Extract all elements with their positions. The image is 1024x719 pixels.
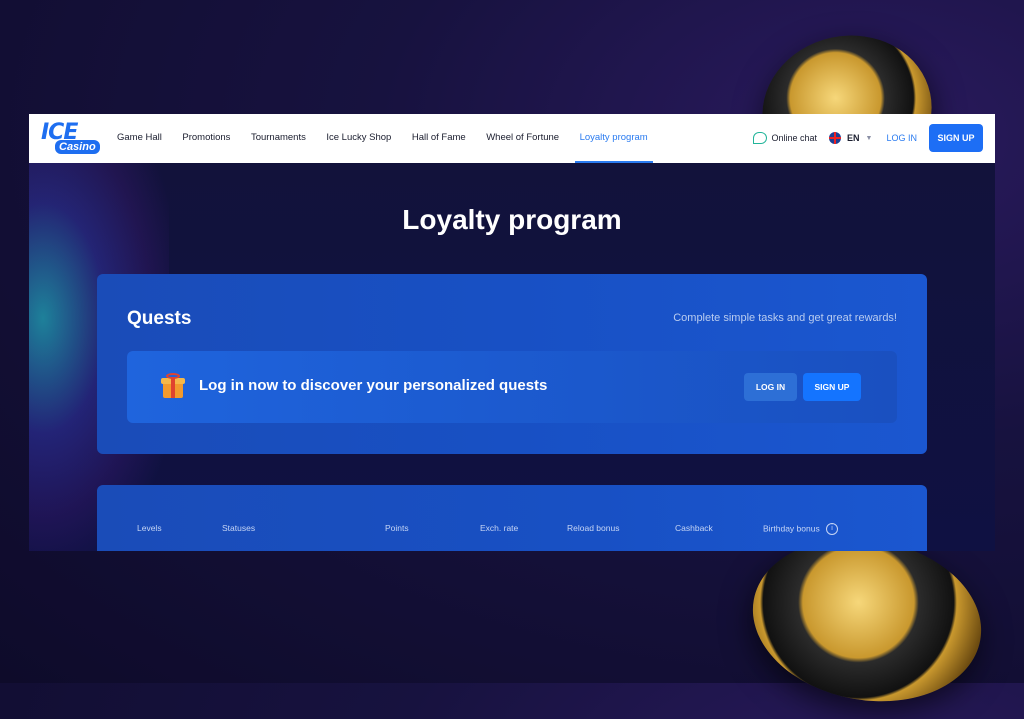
language-selector[interactable]: EN ▼ [829, 132, 872, 144]
quests-card: Quests Complete simple tasks and get gre… [97, 274, 927, 454]
signup-button[interactable]: SIGN UP [929, 124, 983, 152]
main-nav: Game Hall Promotions Tournaments Ice Luc… [117, 114, 668, 163]
column-header-cashback: Cashback [675, 523, 713, 533]
top-navigation: ICE Casino Game Hall Promotions Tourname… [29, 114, 995, 163]
nav-hall-of-fame[interactable]: Hall of Fame [412, 114, 466, 163]
quests-banner-text: Log in now to discover your personalized… [199, 377, 548, 394]
nav-loyalty-program[interactable]: Loyalty program [574, 114, 653, 163]
nav-tournaments[interactable]: Tournaments [251, 114, 306, 163]
gift-icon [161, 373, 185, 399]
nav-wheel-of-fortune[interactable]: Wheel of Fortune [486, 114, 559, 163]
online-chat-label: Online chat [771, 133, 818, 143]
column-header-levels: Levels [137, 523, 162, 533]
nav-ice-lucky-shop[interactable]: Ice Lucky Shop [326, 114, 391, 163]
quests-subtitle: Complete simple tasks and get great rewa… [673, 312, 897, 324]
nav-promotions[interactable]: Promotions [182, 114, 230, 163]
quests-signup-button[interactable]: SIGN UP [803, 373, 861, 401]
logo-subtext: Casino [55, 140, 100, 154]
uk-flag-icon [829, 132, 842, 144]
quests-title: Quests [127, 308, 192, 329]
birthday-bonus-label: Birthday bonus [763, 523, 820, 534]
page-title: Loyalty program [402, 204, 622, 235]
levels-table: Levels Statuses Points Exch. rate Reload… [97, 485, 927, 551]
browser-window: ICE Casino Game Hall Promotions Tourname… [29, 114, 995, 551]
header-actions: Online chat EN ▼ LOG IN SIGN UP [752, 124, 983, 152]
info-icon[interactable]: i [826, 523, 839, 535]
language-label: EN [847, 133, 860, 143]
column-header-reload-bonus: Reload bonus [567, 523, 620, 533]
quests-login-banner: Log in now to discover your personalized… [127, 351, 897, 423]
column-header-statuses: Statuses [222, 523, 256, 533]
chevron-down-icon: ▼ [865, 134, 873, 142]
ice-casino-logo[interactable]: ICE Casino [39, 120, 100, 158]
column-header-exch-rate: Exch. rate [480, 523, 519, 533]
quests-login-button[interactable]: LOG IN [744, 373, 797, 401]
column-header-points: Points [385, 523, 409, 533]
login-button[interactable]: LOG IN [886, 133, 917, 143]
nav-game-hall[interactable]: Game Hall [117, 114, 162, 163]
online-chat-link[interactable]: Online chat [752, 132, 818, 144]
column-header-birthday-bonus: Birthday bonus i [763, 523, 839, 535]
chat-bubble-icon [752, 132, 767, 144]
